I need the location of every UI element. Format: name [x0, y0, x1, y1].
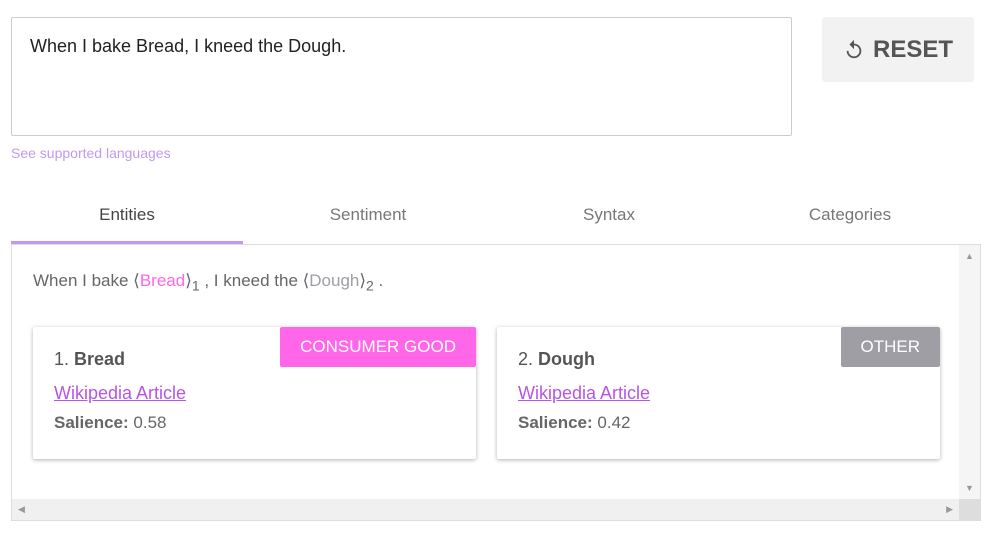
sentence-text: , I kneed the: [199, 271, 303, 290]
wikipedia-link[interactable]: Wikipedia Article: [54, 383, 186, 404]
entity-card: CONSUMER GOOD 1. Bread Wikipedia Article…: [33, 327, 476, 459]
scrollbar-corner: [959, 499, 980, 520]
tab-syntax[interactable]: Syntax: [493, 188, 725, 244]
scroll-left-icon[interactable]: ◀: [18, 504, 25, 515]
reset-button[interactable]: RESET: [822, 17, 974, 82]
entity-number: 2: [366, 277, 374, 294]
tab-bar: Entities Sentiment Syntax Categories: [11, 188, 981, 245]
tab-categories[interactable]: Categories: [734, 188, 966, 244]
entity-type-badge: CONSUMER GOOD: [280, 327, 476, 367]
scroll-up-icon[interactable]: ▲: [965, 251, 974, 261]
wikipedia-link[interactable]: Wikipedia Article: [518, 383, 650, 404]
tab-entities[interactable]: Entities: [11, 188, 243, 244]
supported-languages-link[interactable]: See supported languages: [11, 145, 171, 161]
entity-title: 2. Dough: [518, 349, 596, 369]
scroll-right-icon[interactable]: ▶: [946, 504, 953, 515]
entity-number: 1: [191, 277, 200, 294]
sentence-text: When I bake: [33, 271, 134, 290]
reset-icon: [846, 39, 862, 58]
salience: Salience: 0.42: [518, 413, 631, 432]
entity-card: OTHER 2. Dough Wikipedia Article Salienc…: [497, 327, 940, 459]
entity-type-badge: OTHER: [840, 327, 940, 367]
entity-mention-bread: Bread: [139, 271, 186, 290]
tab-sentiment[interactable]: Sentiment: [252, 188, 484, 244]
entity-mention-dough: Dough: [309, 271, 360, 290]
horizontal-scrollbar[interactable]: ◀ ▶: [12, 499, 959, 520]
salience: Salience: 0.58: [54, 413, 167, 432]
entities-panel: When I bake ⟨Bread⟩1 , I kneed the ⟨Doug…: [11, 245, 981, 521]
reset-label: RESET: [872, 35, 953, 63]
annotated-sentence: When I bake ⟨Bread⟩1 , I kneed the ⟨Doug…: [33, 271, 384, 294]
vertical-scrollbar[interactable]: ▲ ▼: [959, 245, 980, 499]
scroll-down-icon[interactable]: ▼: [965, 483, 974, 493]
sentence-text: .: [373, 271, 384, 290]
entity-title: 1. Bread: [54, 349, 126, 369]
text-input[interactable]: When I bake Bread, I kneed the Dough.: [11, 17, 792, 136]
